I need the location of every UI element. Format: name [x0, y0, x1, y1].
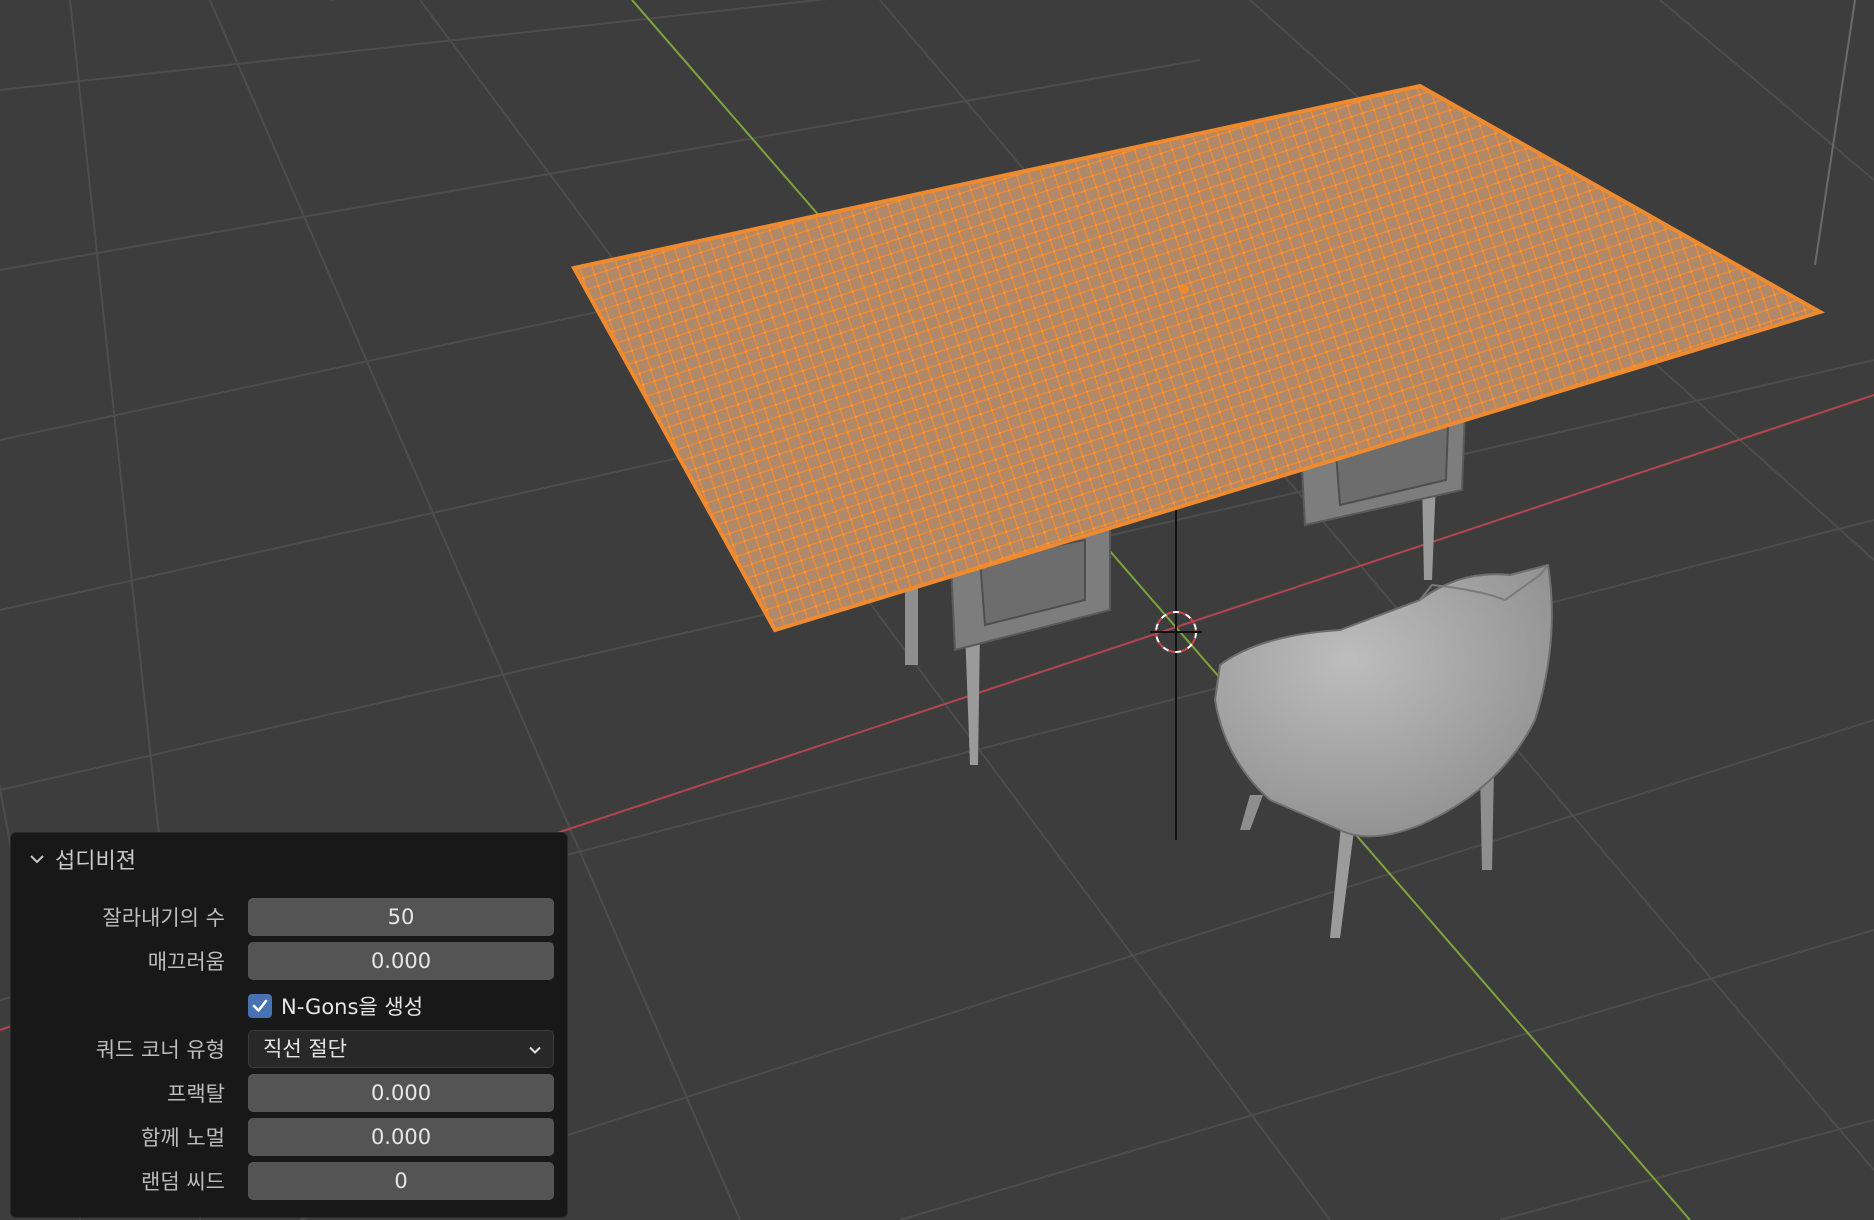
ngons-label: N-Gons을 생성 — [281, 995, 424, 1019]
seed-field[interactable]: 0 — [248, 1162, 554, 1200]
along-normal-field[interactable]: 0.000 — [248, 1118, 554, 1156]
fractal-field[interactable]: 0.000 — [248, 1074, 554, 1112]
row-cuts: 잘라내기의 수 50 — [11, 898, 567, 938]
smoothness-label: 매끄러움 — [147, 950, 225, 974]
row-quad-corner: 쿼드 코너 유형 직선 절단 — [11, 1030, 567, 1070]
subdivide-operator-panel: 섭디비젼 잘라내기의 수 50 매끄러움 0.000 N-Gons을 생성 쿼드… — [10, 832, 568, 1218]
panel-title: 섭디비젼 — [55, 849, 136, 874]
subdivided-plane-mesh[interactable] — [570, 83, 1826, 633]
edge-line — [1814, 0, 1856, 266]
chair-model[interactable] — [1213, 563, 1553, 938]
quad-corner-dropdown[interactable]: 직선 절단 — [248, 1030, 554, 1068]
chevron-down-icon — [529, 1046, 541, 1054]
smoothness-field[interactable]: 0.000 — [248, 942, 554, 980]
fractal-label: 프랙탈 — [167, 1082, 225, 1106]
cuts-label: 잘라내기의 수 — [102, 906, 225, 930]
cuts-field[interactable]: 50 — [248, 898, 554, 936]
row-along-normal: 함께 노멀 0.000 — [11, 1118, 567, 1158]
along-normal-label: 함께 노멀 — [141, 1126, 225, 1150]
object-origin-dot — [1179, 284, 1189, 294]
ngons-checkbox[interactable] — [248, 994, 272, 1018]
checkmark-icon — [252, 999, 268, 1012]
quad-corner-value: 직선 절단 — [263, 1037, 347, 1061]
ngons-checkbox-row[interactable]: N-Gons을 생성 — [248, 986, 423, 1026]
chevron-down-icon — [30, 855, 44, 864]
row-ngons: N-Gons을 생성 — [11, 986, 567, 1026]
panel-header[interactable]: 섭디비젼 — [11, 833, 567, 885]
row-smoothness: 매끄러움 0.000 — [11, 942, 567, 982]
row-fractal: 프랙탈 0.000 — [11, 1074, 567, 1114]
row-seed: 랜덤 씨드 0 — [11, 1162, 567, 1202]
seed-label: 랜덤 씨드 — [141, 1170, 225, 1194]
quad-corner-label: 쿼드 코너 유형 — [95, 1038, 225, 1062]
